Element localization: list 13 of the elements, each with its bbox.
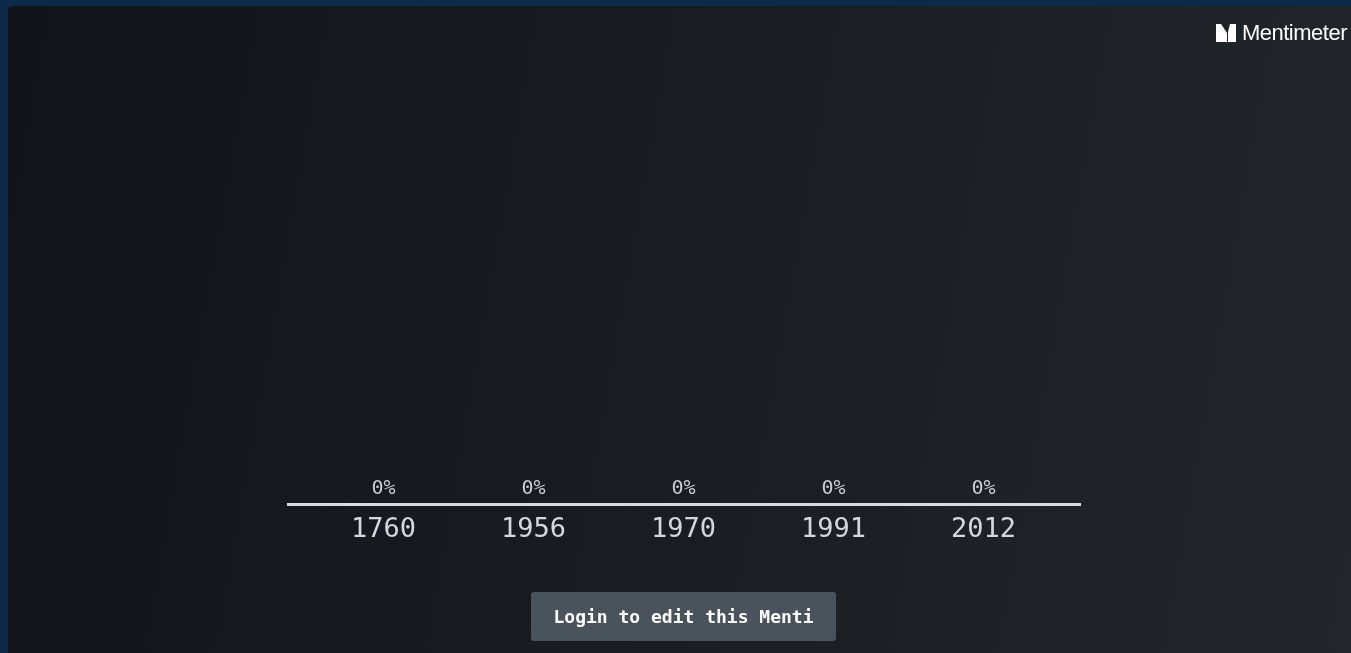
option-label: 1970 — [651, 511, 716, 545]
brand-name: Mentimeter — [1241, 20, 1347, 46]
logo-icon — [1215, 24, 1236, 42]
percentage-label: 0% — [521, 475, 546, 499]
login-button[interactable]: Login to edit this Menti — [531, 592, 836, 641]
percentage-label: 0% — [671, 475, 696, 499]
option-label: 1991 — [801, 511, 866, 545]
percentage-label: 0% — [821, 475, 846, 499]
percentage-label: 0% — [371, 475, 396, 499]
percentage-label: 0% — [971, 475, 996, 499]
option-label: 2012 — [951, 511, 1016, 545]
option-label: 1956 — [501, 511, 566, 545]
option-label: 1760 — [351, 511, 416, 545]
